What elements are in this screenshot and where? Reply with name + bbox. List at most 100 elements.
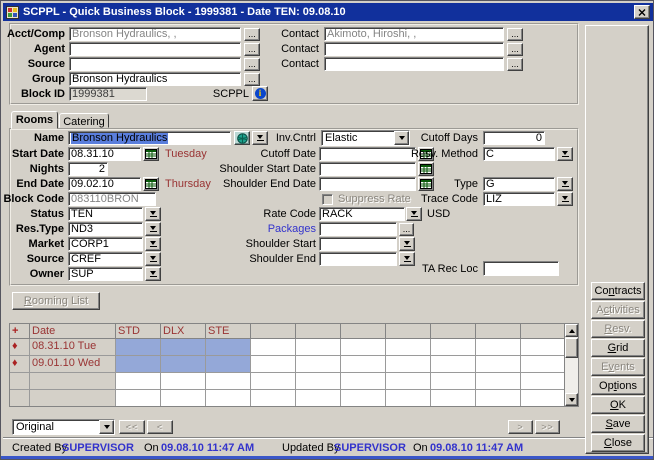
grid-cell[interactable] [206, 356, 251, 373]
grid-cell[interactable] [431, 373, 476, 390]
grid-cell[interactable] [476, 356, 521, 373]
grid-cell[interactable] [341, 390, 386, 407]
scroll-up-button[interactable] [565, 324, 578, 337]
contact2-field[interactable] [324, 42, 504, 56]
type-lov-button[interactable] [557, 177, 573, 191]
grid-cell[interactable] [431, 390, 476, 407]
grid-cell[interactable] [521, 356, 566, 373]
grid-cell[interactable] [296, 390, 341, 407]
shoulder-start-date-calendar-button[interactable] [418, 162, 434, 176]
shoulder-start-date-field[interactable] [319, 162, 416, 176]
grid-cell[interactable] [386, 356, 431, 373]
status-lov-button[interactable] [145, 207, 161, 221]
grid-cell[interactable] [161, 356, 206, 373]
trace-code-lov-button[interactable] [557, 192, 573, 206]
grid-cell[interactable] [206, 373, 251, 390]
grid-cell[interactable] [116, 356, 161, 373]
save-button[interactable]: Save [591, 415, 645, 433]
grid-cell[interactable] [341, 373, 386, 390]
resv-method-lov-button[interactable] [557, 147, 573, 161]
packages-lov-button[interactable]: ... [399, 223, 414, 236]
acct-comp-field[interactable]: Bronson Hydraulics, , [69, 27, 241, 41]
contact1-field[interactable]: Akimoto, Hiroshi, , [324, 27, 504, 41]
ok-button[interactable]: OK [591, 396, 645, 414]
trace-code-field[interactable]: LIZ [483, 192, 555, 206]
grid-cell[interactable] [431, 339, 476, 356]
resv-method-field[interactable]: C [483, 147, 555, 161]
grid-cell[interactable] [251, 356, 296, 373]
source-field[interactable] [69, 57, 241, 71]
grid-cell[interactable] [116, 373, 161, 390]
suppress-rate-checkbox[interactable] [322, 194, 333, 205]
contracts-button[interactable]: Contracts [591, 282, 645, 300]
grid-cell[interactable] [206, 339, 251, 356]
grid-cell[interactable] [116, 339, 161, 356]
grid-cell[interactable] [521, 373, 566, 390]
grid-cell[interactable] [206, 390, 251, 407]
block-grid[interactable]: +DateSTDDLXSTE♦08.31.10 Tue♦09.01.10 Wed [9, 323, 579, 407]
grid-scrollbar[interactable] [564, 324, 578, 406]
grid-cell[interactable] [431, 356, 476, 373]
grid-cell[interactable] [251, 339, 296, 356]
source2-lov-button[interactable] [145, 252, 161, 266]
res-type-lov-button[interactable] [145, 222, 161, 236]
grid-cell[interactable] [161, 390, 206, 407]
rate-code-field[interactable]: RACK [319, 207, 405, 221]
ta-rec-loc-field[interactable] [483, 261, 559, 276]
grid-cell[interactable] [161, 339, 206, 356]
contact2-lov-button[interactable]: ... [507, 43, 523, 56]
end-date-calendar-button[interactable] [143, 177, 159, 191]
grid-cell[interactable] [341, 339, 386, 356]
cutoff-days-field[interactable]: 0 [483, 131, 545, 145]
owner-field[interactable]: SUP [68, 267, 143, 281]
grid-cell[interactable] [296, 339, 341, 356]
grid-cell[interactable] [386, 390, 431, 407]
owner-lov-button[interactable] [145, 267, 161, 281]
grid-cell[interactable] [251, 373, 296, 390]
grid-cell[interactable] [386, 373, 431, 390]
agent-field[interactable] [69, 42, 241, 56]
close-button[interactable]: Close [591, 434, 645, 452]
grid-cell[interactable] [116, 390, 161, 407]
scroll-down-button[interactable] [565, 393, 578, 406]
source2-field[interactable]: CREF [68, 252, 143, 266]
start-date-field[interactable]: 08.31.10 [68, 147, 141, 161]
grid-cell[interactable] [296, 356, 341, 373]
packages-label[interactable]: Packages [189, 223, 316, 236]
nights-field[interactable]: 2 [68, 162, 108, 176]
scppl-info-button[interactable]: i [252, 86, 268, 101]
contact3-lov-button[interactable]: ... [507, 58, 523, 71]
acct-comp-lov-button[interactable]: ... [244, 28, 260, 41]
grid-cell[interactable] [251, 390, 296, 407]
contact1-lov-button[interactable]: ... [507, 28, 523, 41]
rate-code-lov-button[interactable] [406, 207, 422, 221]
view-select[interactable]: Original [12, 419, 115, 435]
res-type-field[interactable]: ND3 [68, 222, 143, 236]
market-field[interactable]: CORP1 [68, 237, 143, 251]
close-button[interactable] [634, 5, 650, 19]
grid-cell[interactable] [476, 390, 521, 407]
grid-cell[interactable] [341, 356, 386, 373]
source-lov-button[interactable]: ... [244, 58, 260, 71]
grid-cell[interactable] [386, 339, 431, 356]
grid-cell[interactable] [161, 373, 206, 390]
group-field[interactable]: Bronson Hydraulics [69, 72, 241, 86]
start-date-calendar-button[interactable] [143, 147, 159, 161]
group-lov-button[interactable]: ... [244, 73, 260, 86]
packages-field[interactable] [319, 222, 397, 236]
scrollbar-thumb[interactable] [565, 338, 578, 358]
end-date-field[interactable]: 09.02.10 [68, 177, 141, 191]
grid-cell[interactable] [521, 339, 566, 356]
grid-cell[interactable] [296, 373, 341, 390]
market-lov-button[interactable] [145, 237, 161, 251]
type-field[interactable]: G [483, 177, 555, 191]
agent-lov-button[interactable]: ... [244, 43, 260, 56]
grid-cell[interactable] [476, 339, 521, 356]
contact3-field[interactable] [324, 57, 504, 71]
shoulder-start-lov-button[interactable] [399, 237, 415, 251]
grid-cell[interactable] [521, 390, 566, 407]
grid-button[interactable]: Grid [591, 339, 645, 357]
status-field[interactable]: TEN [68, 207, 143, 221]
tab-catering[interactable]: Catering [59, 113, 109, 128]
grid-cell[interactable] [476, 373, 521, 390]
